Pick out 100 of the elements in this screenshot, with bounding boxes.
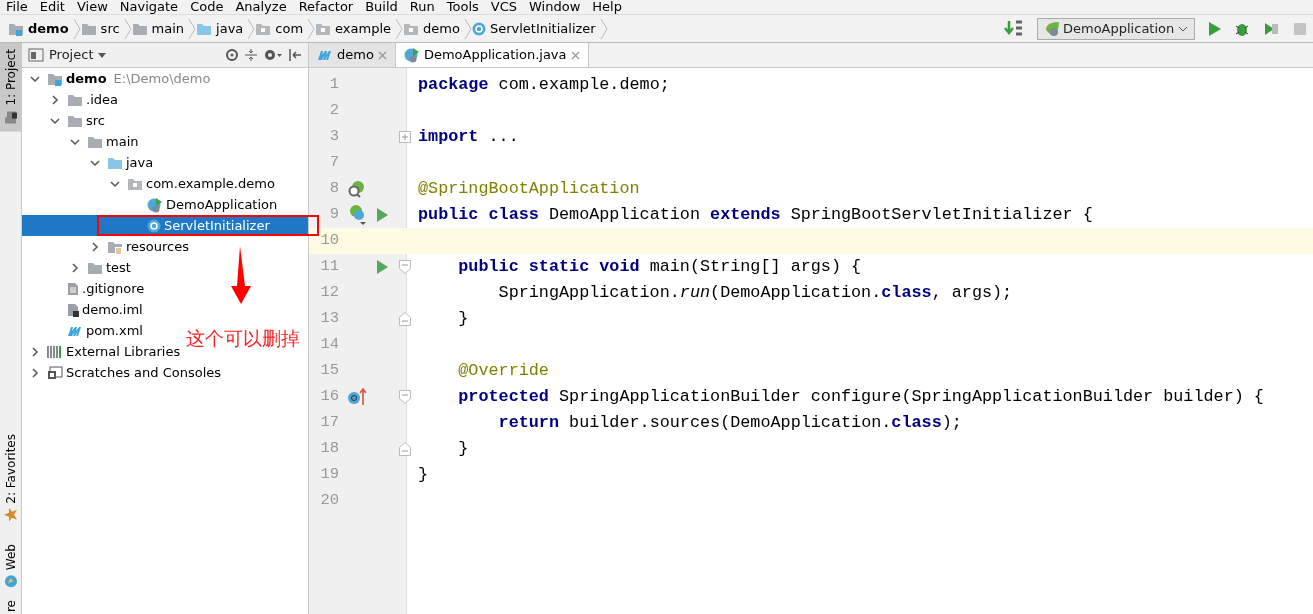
breadcrumb[interactable]: ServletInitializer bbox=[471, 18, 596, 39]
class-icon bbox=[147, 196, 163, 213]
separator-icon bbox=[395, 17, 404, 40]
line-number: 7 bbox=[328, 152, 339, 174]
tree-item[interactable]: demo E:\Demo\demo bbox=[22, 68, 215, 89]
code-line: } bbox=[457, 438, 469, 461]
line-number: 10 bbox=[319, 230, 339, 252]
editor-tab[interactable]: demo bbox=[309, 43, 396, 67]
maven-icon bbox=[317, 49, 333, 61]
menu-item[interactable]: Refactor bbox=[292, 0, 360, 14]
line-number: 1 bbox=[328, 74, 339, 96]
tree-item[interactable]: .idea bbox=[22, 89, 122, 110]
file-icon bbox=[67, 281, 79, 296]
tool-window-tab[interactable]: re bbox=[0, 597, 21, 614]
tree-item[interactable]: java bbox=[22, 152, 158, 173]
run-icon[interactable] bbox=[376, 259, 389, 275]
menu-item[interactable]: Tools bbox=[440, 0, 485, 14]
module-icon bbox=[47, 71, 63, 86]
menu-item[interactable]: Help bbox=[586, 0, 628, 14]
separator-icon bbox=[463, 17, 472, 40]
class-icon bbox=[403, 47, 420, 63]
caret-icon bbox=[1177, 24, 1188, 33]
tree-item[interactable]: com.example.demo bbox=[22, 173, 279, 194]
code-line: return builder.sources(DemoApplication.class); bbox=[497, 412, 962, 435]
code-line: } bbox=[417, 464, 429, 487]
settings-icon[interactable] bbox=[263, 48, 283, 62]
tree-item[interactable]: Scratches and Consoles bbox=[22, 362, 226, 383]
breadcrumb[interactable]: example bbox=[315, 18, 392, 39]
module-icon bbox=[8, 21, 24, 36]
breadcrumb[interactable]: src bbox=[80, 18, 120, 39]
line-number: 2 bbox=[328, 100, 339, 122]
tree-item[interactable]: main bbox=[22, 131, 143, 152]
menu-item[interactable]: Analyze bbox=[229, 0, 293, 14]
breadcrumb[interactable]: java bbox=[196, 18, 244, 39]
line-number: 20 bbox=[319, 490, 339, 512]
sort-icon[interactable] bbox=[1003, 19, 1024, 38]
code-line: public static void main(String[] args) { bbox=[457, 256, 862, 279]
menu-item[interactable]: Edit bbox=[33, 0, 71, 14]
menu-item[interactable]: Code bbox=[184, 0, 230, 14]
libraries-icon bbox=[47, 345, 63, 358]
line-number: 8 bbox=[328, 178, 339, 200]
run-icon[interactable] bbox=[376, 207, 389, 223]
code-line: public class DemoApplication extends SpringBootServletInitializer { bbox=[417, 204, 1093, 227]
tree-item[interactable]: src bbox=[22, 110, 109, 131]
separator-icon bbox=[599, 17, 608, 40]
menu-item[interactable]: VCS bbox=[484, 0, 524, 14]
code-line: package com.example.demo; bbox=[417, 74, 670, 97]
globe-icon bbox=[3, 573, 18, 588]
menu-item[interactable]: Navigate bbox=[113, 0, 185, 14]
tree-item[interactable]: test bbox=[22, 257, 135, 278]
tool-window-tab[interactable]: 2: Favorites bbox=[0, 428, 21, 528]
tool-window-tab[interactable]: 1: Project bbox=[0, 43, 21, 132]
hide-icon[interactable] bbox=[288, 48, 302, 62]
folder-icon bbox=[131, 21, 148, 36]
line-number: 14 bbox=[319, 334, 339, 356]
editor-tab[interactable]: DemoApplication.java bbox=[395, 43, 589, 67]
view-selector[interactable]: Project bbox=[49, 45, 107, 65]
breadcrumb[interactable]: demo bbox=[8, 18, 69, 39]
line-number: 12 bbox=[319, 282, 339, 304]
tree-item[interactable]: pom.xml bbox=[22, 320, 147, 341]
menu-item[interactable]: Run bbox=[403, 0, 441, 14]
console-icon bbox=[47, 365, 63, 380]
menu-item[interactable]: File bbox=[0, 0, 34, 14]
code-line: SpringApplication.run(DemoApplication.class, args); bbox=[497, 282, 1013, 305]
code-line: protected SpringApplicationBuilder configure(SpringApplicationBuilder builder) { bbox=[457, 386, 1264, 409]
breadcrumb[interactable]: com bbox=[255, 18, 304, 39]
class-icon bbox=[147, 218, 161, 233]
folder-icon bbox=[107, 155, 123, 170]
code-line: } bbox=[457, 308, 469, 331]
override-icon[interactable] bbox=[347, 388, 367, 406]
menu-item[interactable]: Build bbox=[359, 0, 404, 14]
folder-icon bbox=[2, 110, 19, 125]
line-number: 16 bbox=[319, 386, 339, 408]
breadcrumb[interactable]: main bbox=[131, 18, 185, 39]
run-configuration-dropdown[interactable]: DemoApplication bbox=[1036, 17, 1195, 40]
menu-item[interactable]: View bbox=[70, 0, 114, 14]
line-number: 18 bbox=[319, 438, 339, 460]
tree-item[interactable]: DemoApplication bbox=[22, 194, 282, 215]
breadcrumb[interactable]: demo bbox=[403, 18, 460, 39]
tree-item[interactable]: External Libraries bbox=[22, 341, 185, 362]
coverage-icon[interactable] bbox=[1263, 20, 1280, 37]
line-number: 19 bbox=[319, 464, 339, 486]
folder-icon bbox=[107, 239, 123, 254]
package-icon bbox=[127, 176, 143, 191]
close-icon[interactable] bbox=[570, 50, 580, 60]
tree-item[interactable]: .gitignore bbox=[22, 278, 149, 299]
run-icon[interactable] bbox=[1207, 20, 1222, 37]
file-icon bbox=[67, 302, 79, 317]
spring-icon bbox=[1043, 20, 1060, 37]
line-number: 3 bbox=[328, 126, 339, 148]
line-number: 13 bbox=[319, 308, 339, 330]
folder-icon bbox=[87, 134, 103, 149]
tree-item[interactable]: demo.iml bbox=[22, 299, 147, 320]
class-icon bbox=[471, 21, 486, 36]
menu-item[interactable]: Window bbox=[523, 0, 587, 14]
tool-window-tab[interactable]: Web bbox=[0, 537, 21, 594]
locate-icon[interactable] bbox=[225, 48, 239, 62]
separator-icon bbox=[247, 17, 256, 40]
collapse-all-icon[interactable] bbox=[244, 48, 258, 62]
tree-item[interactable]: resources bbox=[22, 236, 193, 257]
